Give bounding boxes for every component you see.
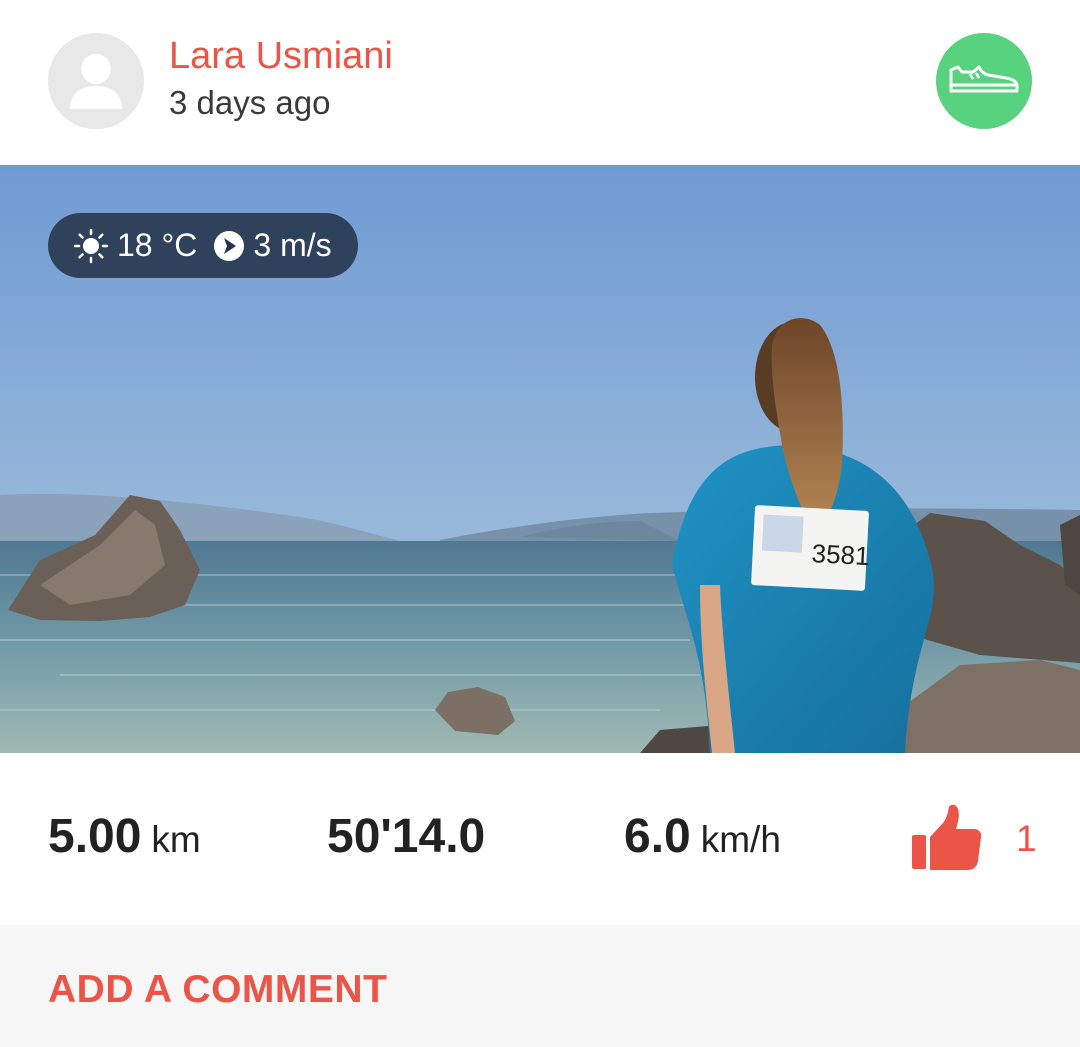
user-name-link[interactable]: Lara Usmiani xyxy=(169,34,393,78)
activity-photo[interactable]: 3581 18 °C 3 m/s xyxy=(0,165,1080,753)
comment-bar: ADD A COMMENT xyxy=(0,925,1080,1047)
like-button[interactable]: 1 xyxy=(910,803,1037,875)
thumbs-up-icon xyxy=(912,804,982,870)
activity-stats: 5.00 km 50'14.0 6.0 km/h 1 xyxy=(0,753,1080,925)
speed-stat: 6.0 km/h xyxy=(624,812,781,873)
speed-value: 6.0 xyxy=(624,810,691,863)
activity-timestamp: 3 days ago xyxy=(169,84,331,121)
speed-unit: km/h xyxy=(700,819,781,860)
distance-stat: 5.00 km xyxy=(48,812,201,873)
temperature-value: 18 °C xyxy=(117,227,198,263)
duration-stat: 50'14.0 xyxy=(327,812,485,873)
wind-speed-value: 3 m/s xyxy=(253,227,332,263)
activity-card: Lara Usmiani 3 days ago 3581 18 °C 3 m/s… xyxy=(0,0,1080,1047)
user-avatar[interactable] xyxy=(48,33,144,129)
shoe-icon xyxy=(949,65,1019,93)
activity-header: Lara Usmiani 3 days ago xyxy=(0,0,1080,165)
distance-value: 5.00 xyxy=(48,810,142,863)
wind-direction-icon xyxy=(213,230,245,262)
distance-unit: km xyxy=(151,819,201,860)
weather-badge: 18 °C 3 m/s xyxy=(48,213,358,278)
default-user-icon xyxy=(48,33,144,129)
like-count: 1 xyxy=(1016,818,1037,859)
bib-number: 3581 xyxy=(811,538,870,571)
sun-icon xyxy=(73,228,109,264)
add-comment-button[interactable]: ADD A COMMENT xyxy=(48,968,387,1012)
duration-value: 50'14.0 xyxy=(327,810,486,863)
activity-type-badge[interactable] xyxy=(936,33,1032,129)
